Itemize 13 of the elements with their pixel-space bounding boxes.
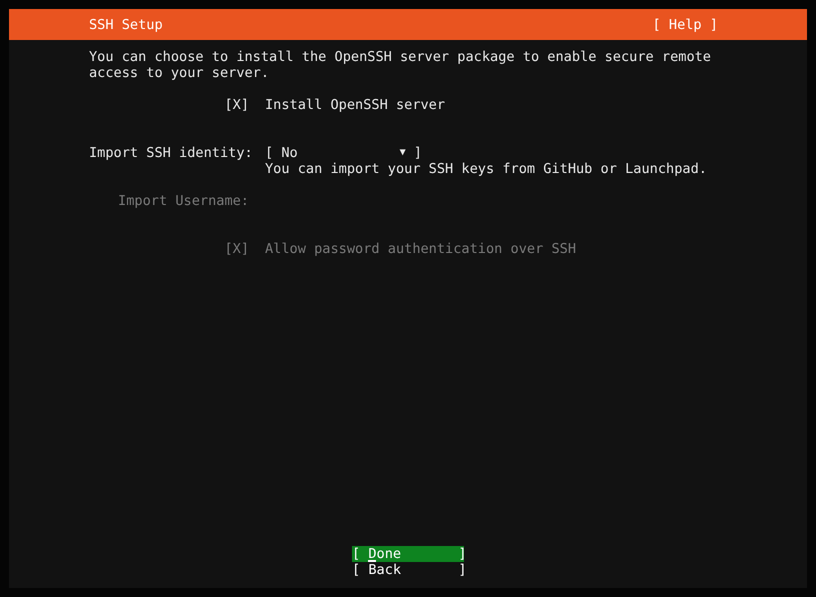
menu-button[interactable]: [ Back ] — [352, 562, 464, 578]
field-label: Import Username: — [117, 193, 249, 209]
checkbox-label: Install OpenSSH server — [265, 97, 446, 113]
help-button[interactable]: [ Help ] — [652, 16, 718, 32]
selected-button[interactable]: [ Done ] — [352, 546, 464, 562]
dropdown-arrow-icon: ▼ — [400, 145, 406, 161]
dropdown[interactable]: [ No ▼ ] — [265, 145, 422, 161]
checkbox[interactable]: [X] — [89, 97, 249, 113]
field-label: Import SSH identity: — [89, 145, 249, 161]
window-title: SSH Setup — [89, 16, 163, 32]
hint-text: You can import your SSH keys from GitHub or Launchpad. — [265, 161, 708, 177]
description-text: You can choose to install the OpenSSH server package to enable secure remote access to your server. — [89, 49, 712, 81]
checkbox-label: Allow password authentication over SSH — [265, 241, 576, 257]
